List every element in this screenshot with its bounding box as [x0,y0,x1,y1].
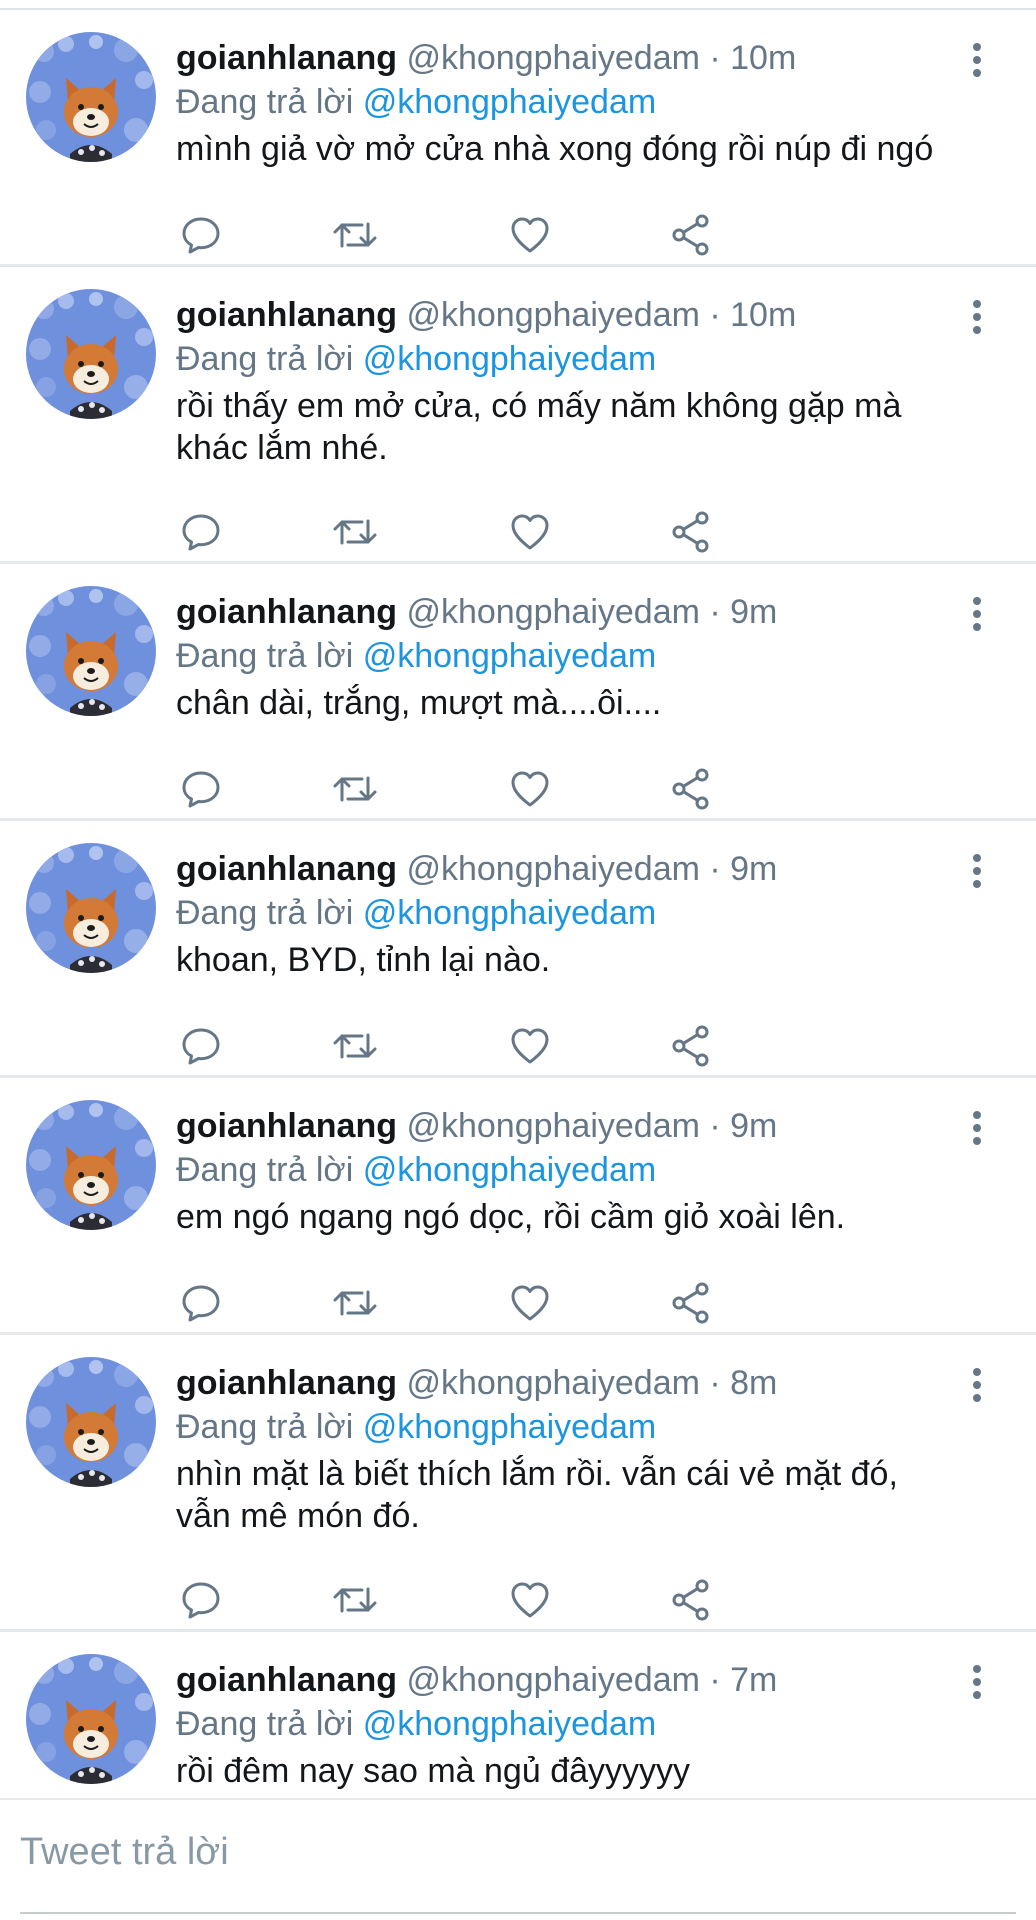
more-vertical-icon[interactable] [962,40,992,80]
tweet-actions [176,764,856,814]
reply-composer [0,1800,1036,1920]
reply-mention-link[interactable]: @khongphaiyedam [363,1151,656,1189]
retweet-icon[interactable] [330,507,380,557]
reply-mention-link[interactable]: @khongphaiyedam [363,637,656,675]
tweet[interactable]: goianhlanang @khongphaiyedam · 10m Đang … [0,267,1036,564]
handle-and-time: @khongphaiyedam · 9m [406,850,778,888]
tweet-actions [176,1278,856,1328]
tweet[interactable]: goianhlanang @khongphaiyedam · 9m Đang t… [0,564,1036,821]
replying-to-label: Đang trả lời [176,83,363,121]
reply-mention-link[interactable]: @khongphaiyedam [363,340,656,378]
more-vertical-icon[interactable] [962,1662,992,1702]
retweet-icon[interactable] [330,210,380,260]
share-icon[interactable] [666,764,716,814]
more-vertical-icon[interactable] [962,1365,992,1405]
avatar[interactable] [26,289,156,419]
display-name[interactable]: goianhlanang [176,39,397,77]
display-name[interactable]: goianhlanang [176,593,397,631]
handle-and-time: @khongphaiyedam · 9m [406,593,778,631]
replying-to-label: Đang trả lời [176,1408,363,1446]
more-vertical-icon[interactable] [962,851,992,891]
heart-icon[interactable] [505,1278,555,1328]
tweet[interactable]: goianhlanang @khongphaiyedam · 9m Đang t… [0,1078,1036,1335]
avatar[interactable] [26,843,156,973]
share-icon[interactable] [666,1278,716,1328]
display-name[interactable]: goianhlanang [176,1364,397,1402]
replying-to-label: Đang trả lời [176,894,363,932]
avatar[interactable] [26,1357,156,1487]
reply-mention-link[interactable]: @khongphaiyedam [363,1408,656,1446]
tweet-actions [176,1575,856,1625]
handle-and-time: @khongphaiyedam · 10m [406,296,797,334]
display-name[interactable]: goianhlanang [176,850,397,888]
reply-icon[interactable] [176,210,226,260]
tweet[interactable]: goianhlanang @khongphaiyedam · 10m Đang … [0,10,1036,267]
top-divider [0,0,1036,10]
tweet-actions [176,507,856,557]
heart-icon[interactable] [505,764,555,814]
share-icon[interactable] [666,210,716,260]
tweet-actions [176,1021,856,1071]
tweet-text: chân dài, trắng, mượt mà....ôi.... [176,684,662,722]
reply-icon[interactable] [176,1278,226,1328]
reply-icon[interactable] [176,1021,226,1071]
tweet-text: mình giả vờ mở cửa nhà xong đóng rồi núp… [176,130,934,168]
share-icon[interactable] [666,1575,716,1625]
retweet-icon[interactable] [330,1021,380,1071]
more-vertical-icon[interactable] [962,297,992,337]
reply-icon[interactable] [176,764,226,814]
heart-icon[interactable] [505,507,555,557]
retweet-icon[interactable] [330,764,380,814]
retweet-icon[interactable] [330,1278,380,1328]
reply-input[interactable] [20,1822,1000,1882]
handle-and-time: @khongphaiyedam · 10m [406,39,797,77]
tweet-text: rồi đêm nay sao mà ngủ đâyyyyyy [176,1752,691,1790]
share-icon[interactable] [666,1021,716,1071]
heart-icon[interactable] [505,1575,555,1625]
tweet-text: rồi thấy em mở cửa, có mấy năm không gặp… [176,387,902,467]
handle-and-time: @khongphaiyedam · 9m [406,1107,778,1145]
display-name[interactable]: goianhlanang [176,1107,397,1145]
replying-to-label: Đang trả lời [176,637,363,675]
display-name[interactable]: goianhlanang [176,296,397,334]
display-name[interactable]: goianhlanang [176,1661,397,1699]
reply-mention-link[interactable]: @khongphaiyedam [363,1705,656,1743]
heart-icon[interactable] [505,1021,555,1071]
tweet[interactable]: goianhlanang @khongphaiyedam · 9m Đang t… [0,821,1036,1078]
handle-and-time: @khongphaiyedam · 8m [406,1364,778,1402]
replying-to-label: Đang trả lời [176,340,363,378]
tweet-text: nhìn mặt là biết thích lắm rồi. vẫn cái … [176,1455,898,1535]
replying-to-label: Đang trả lời [176,1705,363,1743]
avatar[interactable] [26,1100,156,1230]
reply-icon[interactable] [176,507,226,557]
avatar[interactable] [26,1654,156,1784]
tweet[interactable]: goianhlanang @khongphaiyedam · 7m Đang t… [0,1632,1036,1800]
replying-to-label: Đang trả lời [176,1151,363,1189]
avatar[interactable] [26,586,156,716]
avatar[interactable] [26,32,156,162]
tweet[interactable]: goianhlanang @khongphaiyedam · 8m Đang t… [0,1335,1036,1632]
retweet-icon[interactable] [330,1575,380,1625]
share-icon[interactable] [666,507,716,557]
reply-thread: goianhlanang @khongphaiyedam · 10m Đang … [0,10,1036,1800]
reply-mention-link[interactable]: @khongphaiyedam [363,894,656,932]
composer-divider [20,1912,1016,1914]
reply-icon[interactable] [176,1575,226,1625]
tweet-text: khoan, BYD, tỉnh lại nào. [176,941,551,979]
handle-and-time: @khongphaiyedam · 7m [406,1661,778,1699]
reply-mention-link[interactable]: @khongphaiyedam [363,83,656,121]
tweet-actions [176,210,856,260]
heart-icon[interactable] [505,210,555,260]
more-vertical-icon[interactable] [962,1108,992,1148]
more-vertical-icon[interactable] [962,594,992,634]
tweet-text: em ngó ngang ngó dọc, rồi cầm giỏ xoài l… [176,1198,846,1236]
